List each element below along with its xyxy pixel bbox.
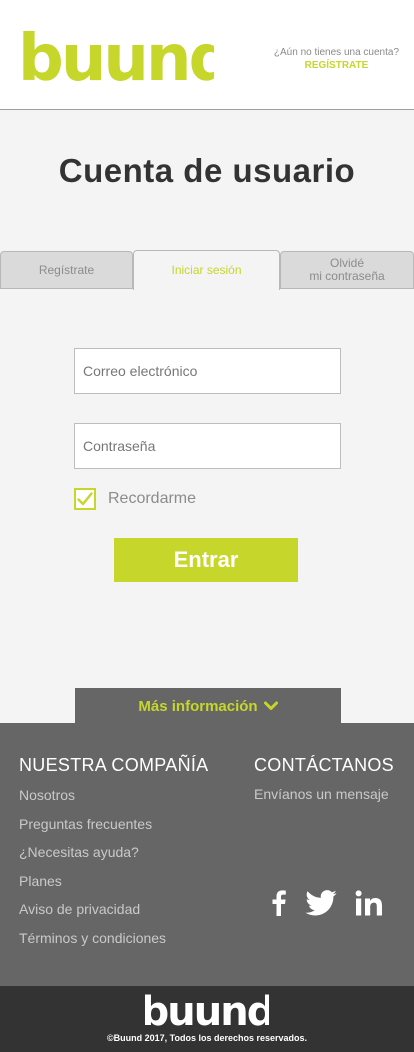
footer-link-about[interactable]: Nosotros <box>19 786 166 815</box>
footer-link-privacy[interactable]: Aviso de privacidad <box>19 900 166 929</box>
buund-logo-footer[interactable]: buund <box>145 994 269 1028</box>
page-title: Cuenta de usuario <box>58 152 356 189</box>
company-links: Nosotros Preguntas frecuentes ¿Necesitas… <box>19 786 166 957</box>
more-info-button[interactable]: Más información <box>75 688 341 724</box>
tab-forgot-line2: mi contraseña <box>309 269 385 283</box>
bottom-bar: buund ©Buund 2017, Todos los derechos re… <box>0 986 414 1052</box>
footer-link-terms[interactable]: Términos y condiciones <box>19 929 166 958</box>
tab-forgot-password[interactable]: Olvidé mi contraseña <box>280 251 414 289</box>
chevron-down-icon <box>263 701 278 710</box>
remember-checkbox[interactable] <box>74 488 96 510</box>
header: buund ¿Aún no tienes una cuenta? REGÍSTR… <box>0 0 414 110</box>
remember-me[interactable]: Recordarme <box>74 488 196 510</box>
signup-prompt-text: ¿Aún no tienes una cuenta? <box>273 47 399 58</box>
footer: NUESTRA COMPAÑÍA Nosotros Preguntas frec… <box>0 723 414 986</box>
footer-link-plans[interactable]: Planes <box>19 872 166 901</box>
auth-tabs: Regístrate Olvidé mi contraseña Iniciar s… <box>0 250 414 290</box>
linkedin-icon[interactable] <box>352 887 386 919</box>
twitter-icon[interactable] <box>304 887 338 919</box>
svg-text:buund: buund <box>145 994 269 1028</box>
facebook-icon[interactable] <box>266 887 292 919</box>
password-field[interactable] <box>74 423 341 469</box>
svg-text:buund: buund <box>18 30 214 84</box>
more-info-label: Más información <box>138 697 258 715</box>
company-heading: NUESTRA COMPAÑÍA <box>19 755 209 775</box>
login-button[interactable]: Entrar <box>114 538 298 582</box>
contact-message-link[interactable]: Envíanos un mensaje <box>254 786 389 802</box>
buund-logo[interactable]: buund <box>18 30 214 84</box>
checkmark-icon <box>77 492 93 506</box>
footer-link-faq[interactable]: Preguntas frecuentes <box>19 815 166 844</box>
copyright: ©Buund 2017, Todos los derechos reservad… <box>106 1033 308 1043</box>
footer-link-help[interactable]: ¿Necesitas ayuda? <box>19 843 166 872</box>
email-field[interactable] <box>74 348 341 394</box>
signup-prompt: ¿Aún no tienes una cuenta? REGÍSTRATE <box>274 46 399 72</box>
remember-label: Recordarme <box>108 490 197 507</box>
tab-login[interactable]: Iniciar sesión <box>133 250 280 290</box>
signup-link[interactable]: REGÍSTRATE <box>274 59 399 72</box>
tab-forgot-line1: Olvidé <box>329 256 364 270</box>
contact-heading: CONTÁCTANOS <box>254 755 394 775</box>
tab-register[interactable]: Regístrate <box>0 251 133 289</box>
